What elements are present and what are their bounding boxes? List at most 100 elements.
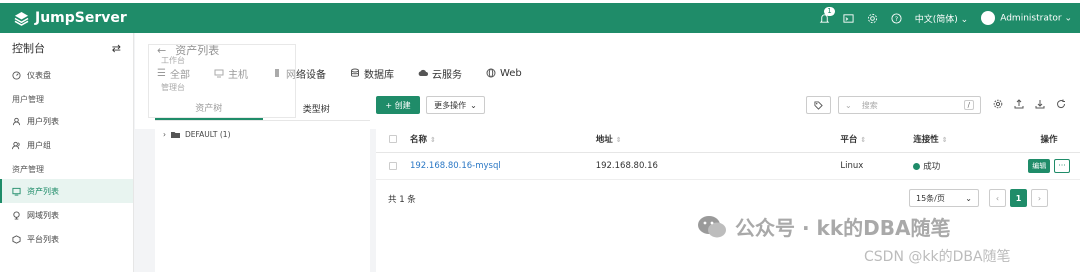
settings-icon[interactable] bbox=[993, 99, 1003, 109]
connectivity-label: 成功 bbox=[923, 162, 941, 172]
export-icon[interactable] bbox=[1014, 99, 1024, 109]
more-row-actions-button[interactable]: ··· bbox=[1054, 159, 1070, 173]
tab-cloud[interactable]: 云服务 bbox=[418, 65, 462, 81]
table-header: 名称 ⇕ 地址 ⇕ 平台 ⇕ 连接性 ⇕ 操作 bbox=[376, 126, 1080, 153]
bell-icon[interactable]: 1 bbox=[819, 6, 835, 24]
sidebar-item-label: 用户列表 bbox=[27, 116, 59, 126]
language-label: 中文(简体) bbox=[914, 14, 958, 25]
tree-node-default[interactable]: › DEFAULT (1) bbox=[163, 130, 370, 139]
shortcut-hint: / bbox=[963, 100, 974, 110]
row-checkbox[interactable] bbox=[389, 162, 397, 170]
chevron-down-icon: ⌄ bbox=[965, 193, 972, 203]
asset-name-link[interactable]: 192.168.80.16-mysql bbox=[410, 161, 596, 171]
sidebar-item-domains[interactable]: 网域列表 bbox=[0, 203, 133, 227]
create-label: 创建 bbox=[394, 100, 411, 110]
sidebar-item-label: 平台列表 bbox=[27, 234, 59, 244]
sidebar-header: 控制台 ⇄ bbox=[0, 33, 133, 63]
wechat-watermark: 公众号 · kk的DBA随笔 bbox=[697, 212, 950, 241]
tag-filter-button[interactable] bbox=[806, 96, 831, 114]
create-button[interactable]: + 创建 bbox=[376, 96, 420, 114]
tab-web[interactable]: Web bbox=[486, 65, 522, 81]
csdn-watermark: CSDN @kk的DBA随笔 bbox=[864, 249, 1011, 265]
app-logo[interactable]: JumpServer bbox=[14, 10, 127, 26]
sidebar-item-platforms[interactable]: 平台列表 bbox=[0, 227, 133, 251]
column-label: 操作 bbox=[1040, 135, 1058, 145]
column-connectivity[interactable]: 连接性 ⇕ bbox=[913, 133, 1018, 145]
jumpserver-logo-icon bbox=[14, 11, 29, 26]
more-actions-button[interactable]: 更多操作 ⌄ bbox=[426, 96, 485, 114]
toolbar: + 创建 更多操作 ⌄ ⌄ 搜索 / bbox=[376, 96, 1080, 118]
top-navbar: JumpServer 1 ? 中文(简体) ⌄ Administrator ⌄ bbox=[0, 3, 1080, 33]
import-icon[interactable] bbox=[1035, 99, 1045, 109]
asset-table: 名称 ⇕ 地址 ⇕ 平台 ⇕ 连接性 ⇕ 操作 192.168.80.16-mysql … bbox=[376, 126, 1080, 180]
folder-icon bbox=[171, 132, 180, 138]
refresh-icon[interactable] bbox=[1056, 99, 1066, 109]
next-page-button[interactable]: › bbox=[1031, 189, 1048, 207]
column-platform[interactable]: 平台 ⇕ bbox=[840, 133, 913, 145]
sidebar-item-label: 资产列表 bbox=[27, 186, 59, 196]
database-icon bbox=[350, 68, 359, 77]
tab-label: 云服务 bbox=[431, 69, 462, 81]
sidebar-item-users[interactable]: 用户列表 bbox=[0, 109, 133, 133]
user-group-icon bbox=[12, 141, 20, 149]
dashboard-icon bbox=[12, 70, 21, 80]
asset-icon bbox=[12, 187, 21, 196]
chevron-down-icon: ⌄ bbox=[1064, 13, 1072, 24]
pagination-bar: 共 1 条 15条/页 ⌄ ‹ 1 › bbox=[376, 186, 1080, 212]
platform-icon bbox=[12, 234, 21, 244]
sidebar-item-assets[interactable]: 资产列表 bbox=[0, 179, 133, 203]
column-name[interactable]: 名称 ⇕ bbox=[410, 133, 596, 145]
user-icon bbox=[12, 117, 21, 125]
ghost-item: 工作台 bbox=[161, 56, 185, 65]
page-size-select[interactable]: 15条/页 ⌄ bbox=[909, 189, 979, 207]
page-size-label: 15条/页 bbox=[916, 193, 945, 203]
sidebar-title: 控制台 bbox=[12, 42, 45, 55]
language-select[interactable]: 中文(简体) ⌄ bbox=[915, 12, 968, 25]
edit-button[interactable]: 编辑 bbox=[1028, 159, 1051, 173]
ghost-dropdown-overlay: 工作台 管理台 bbox=[148, 44, 296, 118]
ghost-item: 管理台 bbox=[161, 83, 185, 92]
column-actions: 操作 bbox=[1018, 133, 1080, 145]
wechat-watermark-text: 公众号 · kk的DBA随笔 bbox=[735, 216, 951, 240]
sidebar-item-label: 网域列表 bbox=[27, 210, 59, 220]
sort-icon: ⇕ bbox=[860, 136, 867, 144]
gear-icon[interactable] bbox=[867, 13, 878, 24]
tab-database[interactable]: 数据库 bbox=[350, 65, 394, 81]
switch-view-icon[interactable]: ⇄ bbox=[112, 42, 121, 55]
row-actions: 编辑 ··· bbox=[1018, 159, 1080, 173]
column-label: 平台 bbox=[840, 135, 858, 145]
sidebar-item-dashboard[interactable]: 仪表盘 bbox=[0, 63, 133, 87]
sort-icon: ⇕ bbox=[430, 136, 436, 144]
tab-label: Web bbox=[499, 67, 522, 79]
chevron-right-icon: › bbox=[163, 130, 166, 139]
column-label: 名称 bbox=[409, 135, 427, 145]
search-input[interactable]: ⌄ 搜索 / bbox=[838, 96, 981, 114]
asset-address: 192.168.80.16 bbox=[595, 161, 658, 171]
plus-icon: + bbox=[385, 100, 393, 110]
sidebar-item-user-groups[interactable]: 用户组 bbox=[0, 133, 133, 157]
column-address[interactable]: 地址 ⇕ bbox=[596, 133, 841, 145]
success-icon bbox=[913, 162, 921, 170]
cloud-icon bbox=[418, 69, 428, 76]
chevron-down-icon: ⌄ bbox=[470, 100, 477, 110]
sidebar: 控制台 ⇄ 仪表盘 用户管理 用户列表 用户组 资产管理 资产列表 网域列表 平… bbox=[0, 33, 134, 272]
asset-tree-panel: 资产树 类型树 › DEFAULT (1) bbox=[155, 96, 370, 272]
user-name: Administrator bbox=[1000, 13, 1062, 24]
select-all-checkbox[interactable] bbox=[389, 135, 397, 143]
tab-label: 数据库 bbox=[363, 69, 394, 81]
table-tools bbox=[993, 99, 1066, 109]
table-row: 192.168.80.16-mysql 192.168.80.16 Linux … bbox=[376, 153, 1080, 180]
help-icon[interactable]: ? bbox=[891, 12, 902, 24]
svg-text:?: ? bbox=[895, 14, 898, 22]
search-placeholder: 搜索 bbox=[861, 100, 878, 110]
tree-node-label: DEFAULT (1) bbox=[185, 130, 231, 139]
sidebar-group-user: 用户管理 bbox=[12, 95, 44, 104]
user-menu[interactable]: Administrator ⌄ bbox=[981, 11, 1072, 25]
terminal-icon[interactable] bbox=[843, 13, 854, 24]
page-number-button[interactable]: 1 bbox=[1010, 189, 1027, 207]
connectivity-status: 成功 bbox=[913, 160, 1018, 172]
asset-platform: Linux bbox=[840, 161, 864, 171]
more-label: 更多操作 bbox=[434, 100, 467, 110]
sidebar-item-label: 用户组 bbox=[27, 140, 51, 150]
prev-page-button[interactable]: ‹ bbox=[989, 189, 1006, 207]
